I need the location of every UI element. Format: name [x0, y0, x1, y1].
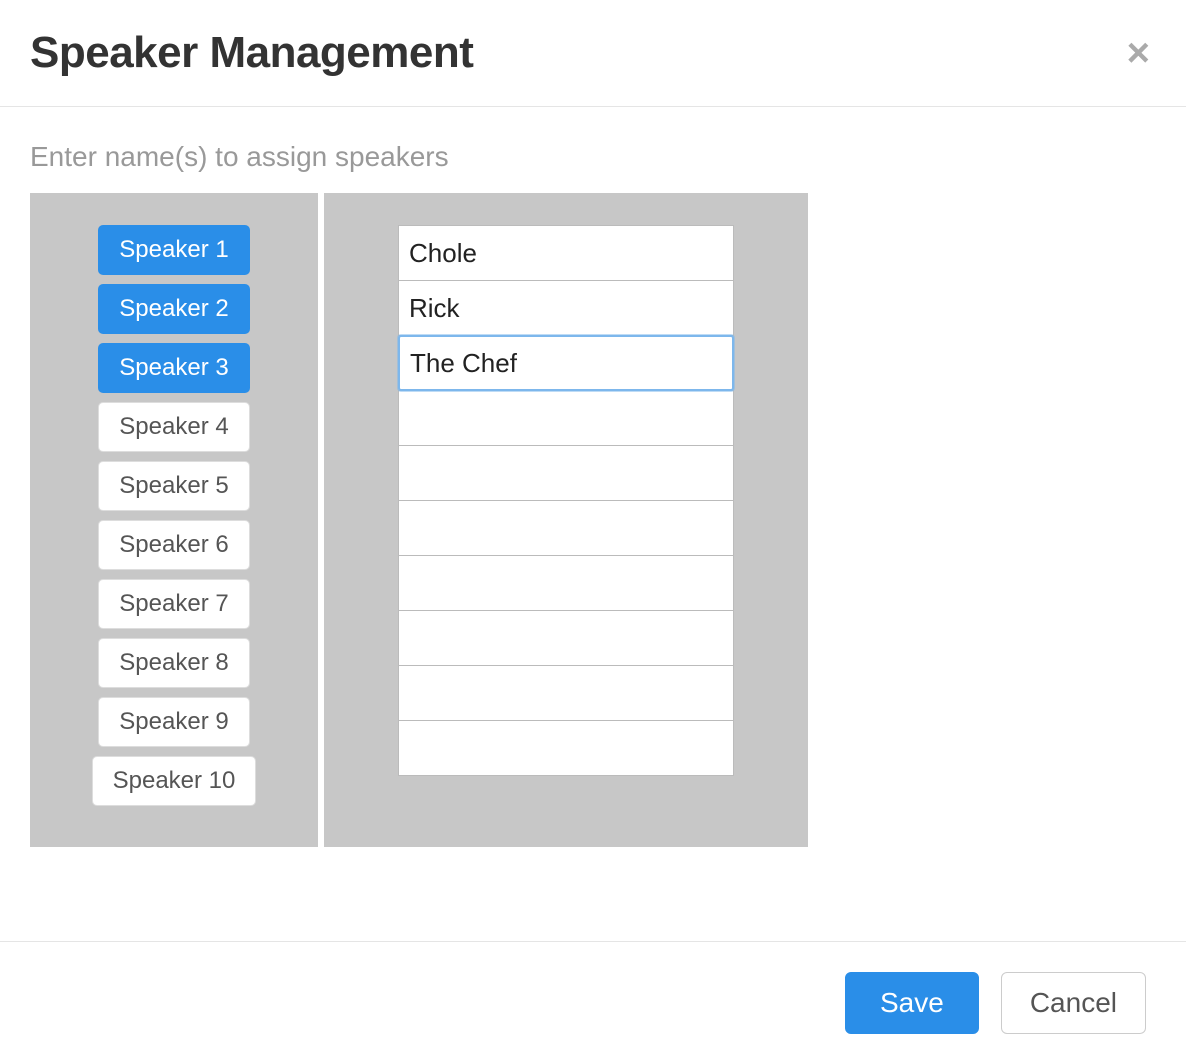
- speaker-label-button[interactable]: Speaker 6: [98, 520, 249, 570]
- modal-header: Speaker Management ×: [0, 0, 1186, 107]
- speaker-name-input[interactable]: [398, 390, 734, 446]
- instructions-text: Enter name(s) to assign speakers: [30, 141, 1156, 173]
- speaker-management-modal: Speaker Management × Enter name(s) to as…: [0, 0, 1186, 1064]
- speaker-name-input[interactable]: [398, 445, 734, 501]
- close-icon[interactable]: ×: [1121, 33, 1156, 73]
- speaker-label-button[interactable]: Speaker 7: [98, 579, 249, 629]
- speaker-labels-panel: Speaker 1 Speaker 2 Speaker 3 Speaker 4 Spea…: [30, 193, 318, 847]
- speaker-label-button[interactable]: Speaker 10: [92, 756, 257, 806]
- save-button[interactable]: Save: [845, 972, 979, 1034]
- speaker-name-input[interactable]: [398, 665, 734, 721]
- speaker-label-button[interactable]: Speaker 8: [98, 638, 249, 688]
- speaker-label-button[interactable]: Speaker 1: [98, 225, 249, 275]
- speaker-name-input[interactable]: [398, 610, 734, 666]
- speaker-name-input[interactable]: [398, 555, 734, 611]
- name-input-stack: [398, 225, 734, 776]
- speaker-label-button[interactable]: Speaker 5: [98, 461, 249, 511]
- speaker-label-button[interactable]: Speaker 3: [98, 343, 249, 393]
- cancel-button[interactable]: Cancel: [1001, 972, 1146, 1034]
- speaker-label-button[interactable]: Speaker 4: [98, 402, 249, 452]
- panels-container: Speaker 1 Speaker 2 Speaker 3 Speaker 4 Spea…: [30, 193, 1156, 847]
- modal-footer: Save Cancel: [0, 941, 1186, 1064]
- speaker-name-input[interactable]: [398, 720, 734, 776]
- speaker-label-button[interactable]: Speaker 9: [98, 697, 249, 747]
- speaker-label-button[interactable]: Speaker 2: [98, 284, 249, 334]
- modal-body: Enter name(s) to assign speakers Speaker…: [0, 107, 1186, 941]
- speaker-name-input[interactable]: [398, 280, 734, 336]
- speaker-name-input[interactable]: [398, 225, 734, 281]
- speaker-names-panel: [324, 193, 808, 847]
- speaker-name-input[interactable]: [398, 335, 734, 391]
- speaker-name-input[interactable]: [398, 500, 734, 556]
- modal-title: Speaker Management: [30, 28, 473, 78]
